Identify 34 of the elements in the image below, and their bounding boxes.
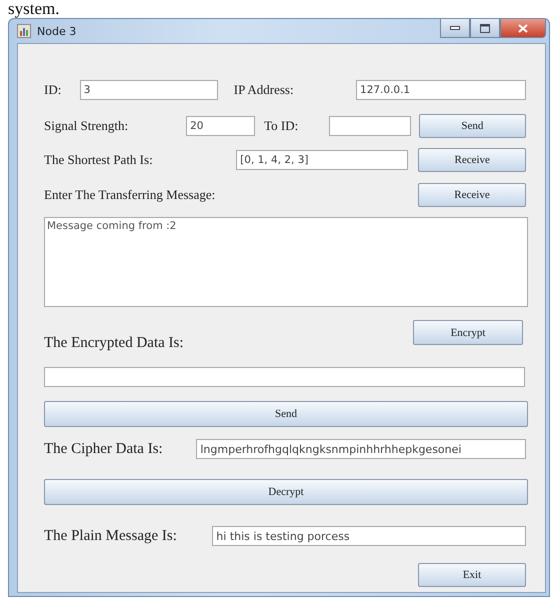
receive-button[interactable]: Receive <box>418 148 526 172</box>
receive-button[interactable]: Receive <box>418 183 526 207</box>
input-field[interactable] <box>328 116 411 136</box>
close-icon <box>518 24 528 32</box>
input-field[interactable] <box>44 367 525 387</box>
field-label: Enter The Transferring Message: <box>44 187 216 203</box>
field-label: IP Address: <box>234 82 295 98</box>
input-field[interactable]: [0, 1, 4, 2, 3] <box>236 150 408 170</box>
input-field[interactable]: 20 <box>186 116 256 136</box>
field-label: Signal Strength: <box>44 118 130 134</box>
field-label: The Shortest Path Is: <box>44 152 154 168</box>
app-icon <box>17 24 31 38</box>
close-button[interactable] <box>500 19 546 38</box>
field-label: The Cipher Data Is: <box>44 440 164 458</box>
minimize-icon <box>450 26 460 30</box>
message-area[interactable]: Message coming from :2 <box>44 217 528 307</box>
input-field[interactable]: 127.0.0.1 <box>356 80 526 100</box>
encrypt-button[interactable]: Encrypt <box>413 320 523 345</box>
decrypt-button[interactable]: Decrypt <box>44 479 528 505</box>
input-field[interactable]: lngmperhrofhgqlqkngksnmpinhhrhhepkgesonei <box>196 439 526 459</box>
send-button[interactable]: Send <box>418 114 526 138</box>
field-label: To ID: <box>264 118 300 134</box>
field-label: The Encrypted Data Is: <box>44 335 185 352</box>
exit-button[interactable]: Exit <box>418 563 526 587</box>
caption-text: system. <box>7 0 60 18</box>
window-title: Node 3 <box>37 24 76 38</box>
field-label: The Plain Message Is: <box>44 528 178 544</box>
minimize-button[interactable] <box>440 19 470 38</box>
maximize-icon <box>480 24 490 32</box>
input-field[interactable]: hi this is testing porcess <box>212 526 526 546</box>
input-field[interactable]: 3 <box>80 80 218 100</box>
maximize-button[interactable] <box>470 19 500 38</box>
field-label: ID: <box>44 82 62 98</box>
send-button[interactable]: Send <box>44 401 528 427</box>
